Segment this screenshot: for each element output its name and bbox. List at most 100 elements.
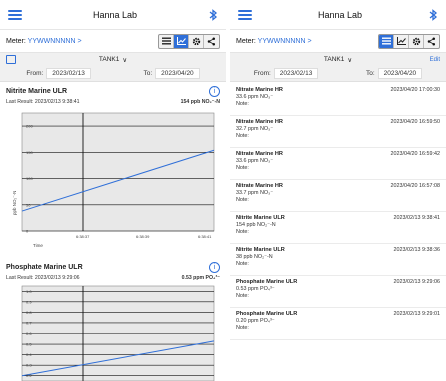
info-icon[interactable]: i xyxy=(209,86,220,97)
y-tick-label: 0.6 xyxy=(26,331,32,336)
entry-note: Note: xyxy=(236,133,249,139)
from-label: From: xyxy=(26,70,44,77)
bluetooth-icon[interactable] xyxy=(208,8,218,21)
y-tick-label: 0.8 xyxy=(26,310,32,315)
view-toolbar xyxy=(378,33,440,49)
chevron-down-icon: ∨ xyxy=(122,56,128,64)
list-item[interactable]: Phosphate Marine ULR 0.20 ppm PO₄³⁻ Note: … xyxy=(230,308,446,340)
x-tick-label: 6:38:41 xyxy=(198,234,212,239)
entry-timestamp: 2023/04/20 16:59:50 xyxy=(390,119,440,125)
entry-note: Note: xyxy=(236,101,249,107)
from-label: From: xyxy=(253,70,271,77)
chart-view-button[interactable] xyxy=(174,34,189,48)
phosphate-chart-card: Phosphate Marine ULR i Last Result: 2023… xyxy=(0,260,226,381)
app-title: Hanna Lab xyxy=(317,9,363,20)
share-button[interactable] xyxy=(204,35,219,48)
entry-value: 0.53 ppm PO₄³⁻ xyxy=(236,286,275,292)
list-icon xyxy=(381,37,391,45)
y-tick-label: 200 xyxy=(26,124,33,129)
entry-name: Phosphate Marine ULR xyxy=(236,279,298,285)
meter-id-link[interactable]: YYWWNNNNN > xyxy=(28,38,82,45)
list-view-button[interactable] xyxy=(379,34,394,48)
from-date-field[interactable]: 2023/02/13 xyxy=(273,68,319,79)
entry-note: Note: xyxy=(236,293,249,299)
chart-title: Phosphate Marine ULR xyxy=(6,264,83,271)
meter-row: Meter: YYWWNNNNN > xyxy=(230,30,446,52)
chart-icon xyxy=(176,37,186,45)
y-tick-label: 0.3 xyxy=(26,363,32,368)
entry-value: 33.7 ppm NO₃⁻ xyxy=(236,190,274,196)
list-view-button[interactable] xyxy=(159,34,174,48)
share-button[interactable] xyxy=(424,35,439,48)
list-item[interactable]: Nitrate Marine HR 33.6 ppm NO₃⁻ Note: 2023… xyxy=(230,84,446,116)
top-bar: Hanna Lab xyxy=(0,0,226,30)
share-icon xyxy=(207,37,216,45)
bluetooth-icon[interactable] xyxy=(428,8,438,21)
entry-note: Note: xyxy=(236,261,249,267)
y-tick-label: 1.0 xyxy=(26,289,32,294)
list-item[interactable]: Nitrate Marine HR 33.7 ppm NO₃⁻ Note: 2023… xyxy=(230,180,446,212)
entry-name: Nitrate Marine HR xyxy=(236,119,283,125)
phosphate-line-chart: 1.0 0.9 0.8 0.7 0.6 0.5 0.4 0.3 0.2 xyxy=(21,285,215,381)
entry-value: 32.7 ppm NO₃⁻ xyxy=(236,126,274,132)
tank-list-icon[interactable] xyxy=(6,55,16,64)
tank-selector[interactable]: TANK1 ∨ xyxy=(0,52,226,66)
tank-selector[interactable]: TANK1 ∨ Edit xyxy=(230,52,446,66)
entry-note: Note: xyxy=(236,165,249,171)
nitrite-chart-card: Nitrite Marine ULR i Last Result: 2023/0… xyxy=(0,82,226,260)
entry-note: Note: xyxy=(236,325,249,331)
list-item[interactable]: Phosphate Marine ULR 0.53 ppm PO₄³⁻ Note: … xyxy=(230,276,446,308)
view-toolbar xyxy=(158,33,220,49)
y-tick-label: 0.5 xyxy=(26,342,32,347)
chart-screen: Hanna Lab Meter: YYWWNNNNN > TANK1 ∨ From… xyxy=(0,0,226,381)
list-item[interactable]: Nitrate Marine HR 33.6 ppm NO₃⁻ Note: 2023… xyxy=(230,148,446,180)
list-item[interactable]: Nitrate Marine HR 32.7 ppm NO₃⁻ Note: 2023… xyxy=(230,116,446,148)
to-date-field[interactable]: 2023/04/20 xyxy=(155,68,200,79)
gear-icon xyxy=(412,37,420,45)
list-screen: Hanna Lab Meter: YYWWNNNNN > TANK1 ∨ Edit… xyxy=(230,0,446,381)
x-tick-label: 6:38:39 xyxy=(136,234,150,239)
results-list: Nitrate Marine HR 33.6 ppm NO₃⁻ Note: 2023… xyxy=(230,84,446,340)
list-item[interactable]: Nitrite Marine ULR 154 ppb NO₂⁻-N Note: 20… xyxy=(230,212,446,244)
meter-id-link[interactable]: YYWWNNNNN > xyxy=(258,38,312,45)
edit-button[interactable]: Edit xyxy=(430,57,440,63)
y-tick-label: 150 xyxy=(26,150,33,155)
entry-name: Phosphate Marine ULR xyxy=(236,311,298,317)
entry-value: 154 ppb NO₂⁻-N xyxy=(236,222,276,228)
x-tick-label: 6:38:37 xyxy=(76,234,90,239)
menu-icon[interactable] xyxy=(8,9,22,20)
date-range-row: From: 2023/02/13 To: 2023/04/20 xyxy=(230,66,446,82)
entry-timestamp: 2023/02/13 9:29:01 xyxy=(393,311,440,317)
nitrite-line-chart: Time ppb NO₂⁻-N 6:38:37 6:38:39 6:38:41 … xyxy=(12,112,215,248)
info-icon[interactable]: i xyxy=(209,262,220,273)
date-range-row: From: 2023/02/13 To: 2023/04/20 xyxy=(0,66,226,82)
to-label: To: xyxy=(365,70,375,77)
tank-name: TANK1 xyxy=(323,56,345,63)
y-tick-label: 0.9 xyxy=(26,299,32,304)
chart-view-button[interactable] xyxy=(394,34,409,48)
menu-icon[interactable] xyxy=(238,9,252,20)
entry-name: Nitrite Marine ULR xyxy=(236,215,285,221)
entry-name: Nitrite Marine ULR xyxy=(236,247,285,253)
to-label: To: xyxy=(143,70,153,77)
list-icon xyxy=(161,37,171,45)
from-date-field[interactable]: 2023/02/13 xyxy=(46,68,91,79)
share-icon xyxy=(427,37,436,45)
list-item[interactable]: Nitrite Marine ULR 38 ppb NO₂⁻-N Note: 202… xyxy=(230,244,446,276)
entry-value: 38 ppb NO₂⁻-N xyxy=(236,254,273,260)
meter-label: Meter: xyxy=(236,37,256,45)
y-tick-label: 100 xyxy=(26,176,33,181)
settings-button[interactable] xyxy=(189,34,204,48)
entry-note: Note: xyxy=(236,229,249,235)
app-title: Hanna Lab xyxy=(92,9,138,20)
entry-value: 0.20 ppm PO₄³⁻ xyxy=(236,318,275,324)
meter-row: Meter: YYWWNNNNN > xyxy=(0,30,226,52)
entry-value: 33.6 ppm NO₃⁻ xyxy=(236,158,274,164)
settings-button[interactable] xyxy=(409,34,424,48)
to-date-field[interactable]: 2023/04/20 xyxy=(377,68,423,79)
gear-icon xyxy=(192,37,200,45)
entry-name: Nitrate Marine HR xyxy=(236,151,283,157)
meter-label: Meter: xyxy=(6,37,26,45)
entry-timestamp: 2023/04/20 17:00:30 xyxy=(390,87,440,93)
y-tick-label: 0.7 xyxy=(26,320,32,325)
